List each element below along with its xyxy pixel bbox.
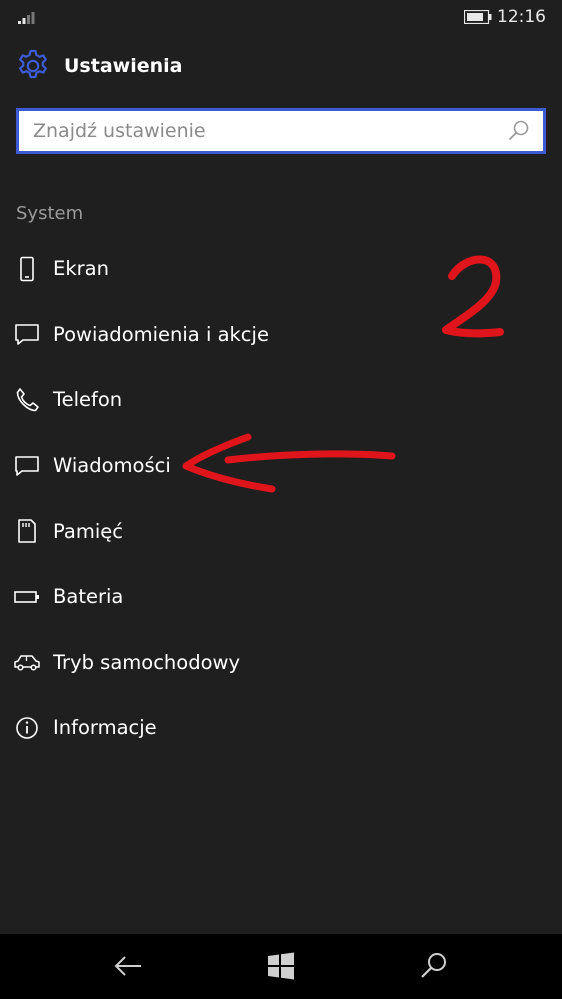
menu-item-label: Pamięć [53, 519, 123, 543]
start-button[interactable] [263, 948, 299, 984]
menu-item-label: Ekran [53, 257, 109, 281]
windows-logo-icon [268, 952, 294, 980]
search-button[interactable] [416, 948, 452, 984]
menu-item-powiadomienia[interactable]: Powiadomienia i akcje [0, 302, 562, 368]
search-input[interactable] [19, 111, 507, 151]
menu-item-label: Tryb samochodowy [53, 650, 241, 674]
menu-item-label: Powiadomienia i akcje [53, 322, 269, 346]
message-icon [14, 453, 40, 479]
status-bar: 12:16 [0, 0, 562, 34]
page-title: Ustawienia [64, 55, 183, 77]
menu-item-label: Bateria [53, 585, 124, 609]
battery-icon [14, 584, 40, 610]
menu-item-tryb-samochodowy[interactable]: Tryb samochodowy [0, 630, 562, 696]
phone-handset-icon [14, 387, 40, 413]
battery-icon [464, 10, 492, 24]
back-arrow-icon [114, 956, 141, 976]
menu-item-label: Informacje [53, 716, 157, 740]
car-icon [14, 649, 40, 675]
signal-bars-icon [18, 12, 35, 24]
menu-item-telefon[interactable]: Telefon [0, 367, 562, 433]
menu-item-ekran[interactable]: Ekran [0, 236, 562, 302]
menu-item-pamiec[interactable]: Pamięć [0, 498, 562, 564]
menu-item-informacje[interactable]: Informacje [0, 695, 562, 761]
back-button[interactable] [110, 948, 146, 984]
menu-item-wiadomosci[interactable]: Wiadomości [0, 433, 562, 499]
phone-screen-icon [14, 256, 40, 282]
search-icon [421, 953, 446, 978]
menu-item-label: Telefon [53, 388, 123, 412]
sd-card-icon [14, 518, 40, 544]
clock: 12:16 [497, 7, 546, 27]
menu-item-label: Wiadomości [53, 454, 171, 478]
menu-item-bateria[interactable]: Bateria [0, 564, 562, 630]
page-header: Ustawienia [16, 48, 182, 84]
search-box[interactable] [16, 108, 546, 154]
notification-icon [14, 321, 40, 347]
section-label-system: System [16, 203, 84, 224]
system-nav-bar [0, 934, 562, 999]
search-icon[interactable] [507, 119, 531, 143]
info-icon [14, 715, 40, 741]
gear-icon [19, 49, 47, 79]
settings-menu: Ekran Powiadomienia i akcje Telefon Wiad… [0, 236, 562, 761]
